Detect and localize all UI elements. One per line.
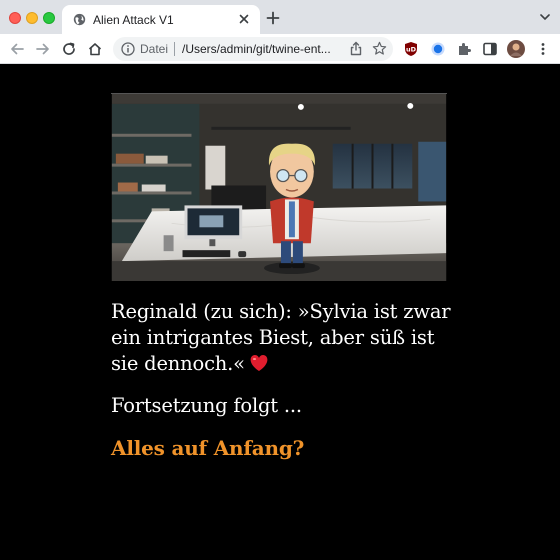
- omnibox-divider: [174, 42, 175, 56]
- story-line-1: Reginald (zu sich): »Sylvia ist zwar ein…: [111, 299, 456, 377]
- close-window-button[interactable]: [9, 12, 21, 24]
- story-line-1-text: Reginald (zu sich): »Sylvia ist zwar ein…: [111, 300, 451, 375]
- heart-icon: [250, 355, 268, 371]
- reload-icon[interactable]: [61, 41, 77, 57]
- office-scene-image: [111, 93, 447, 281]
- minimize-window-button[interactable]: [26, 12, 38, 24]
- new-tab-plus-icon[interactable]: [266, 11, 280, 25]
- restart-link[interactable]: Alles auf Anfang?: [111, 435, 304, 461]
- profile-avatar[interactable]: [507, 40, 525, 58]
- globe-icon: [73, 13, 86, 26]
- address-bar[interactable]: Datei /Users/admin/git/twine-ent...: [113, 37, 393, 61]
- browser-toolbar: Datei /Users/admin/git/twine-ent... uD: [0, 34, 560, 64]
- tab-strip: Alien Attack V1: [0, 0, 560, 34]
- bookmark-star-icon[interactable]: [372, 41, 387, 56]
- story-passage: Reginald (zu sich): »Sylvia ist zwar ein…: [111, 299, 456, 462]
- extensions-puzzle-icon[interactable]: [456, 41, 472, 57]
- info-icon[interactable]: [121, 42, 135, 56]
- back-arrow-icon[interactable]: [9, 41, 25, 57]
- home-icon[interactable]: [87, 41, 103, 57]
- svg-text:uD: uD: [406, 46, 417, 54]
- side-panel-icon[interactable]: [482, 41, 498, 57]
- file-scheme-label: Datei: [140, 42, 169, 56]
- tab-search-chevron-icon[interactable]: [540, 13, 550, 21]
- fullscreen-window-button[interactable]: [43, 12, 55, 24]
- more-menu-icon[interactable]: [535, 41, 551, 57]
- share-icon[interactable]: [349, 41, 363, 56]
- story-line-2: Fortsetzung folgt ...: [111, 394, 302, 417]
- forward-arrow-icon[interactable]: [35, 41, 51, 57]
- close-tab-icon[interactable]: [237, 12, 251, 26]
- ublock-extension-icon[interactable]: uD: [403, 41, 419, 57]
- page-viewport: Reginald (zu sich): »Sylvia ist zwar ein…: [0, 64, 560, 560]
- tab-title: Alien Attack V1: [93, 13, 174, 27]
- url-text[interactable]: /Users/admin/git/twine-ent...: [182, 42, 342, 56]
- blue-dot-extension-icon[interactable]: [430, 41, 446, 57]
- browser-tab-active[interactable]: Alien Attack V1: [62, 5, 260, 34]
